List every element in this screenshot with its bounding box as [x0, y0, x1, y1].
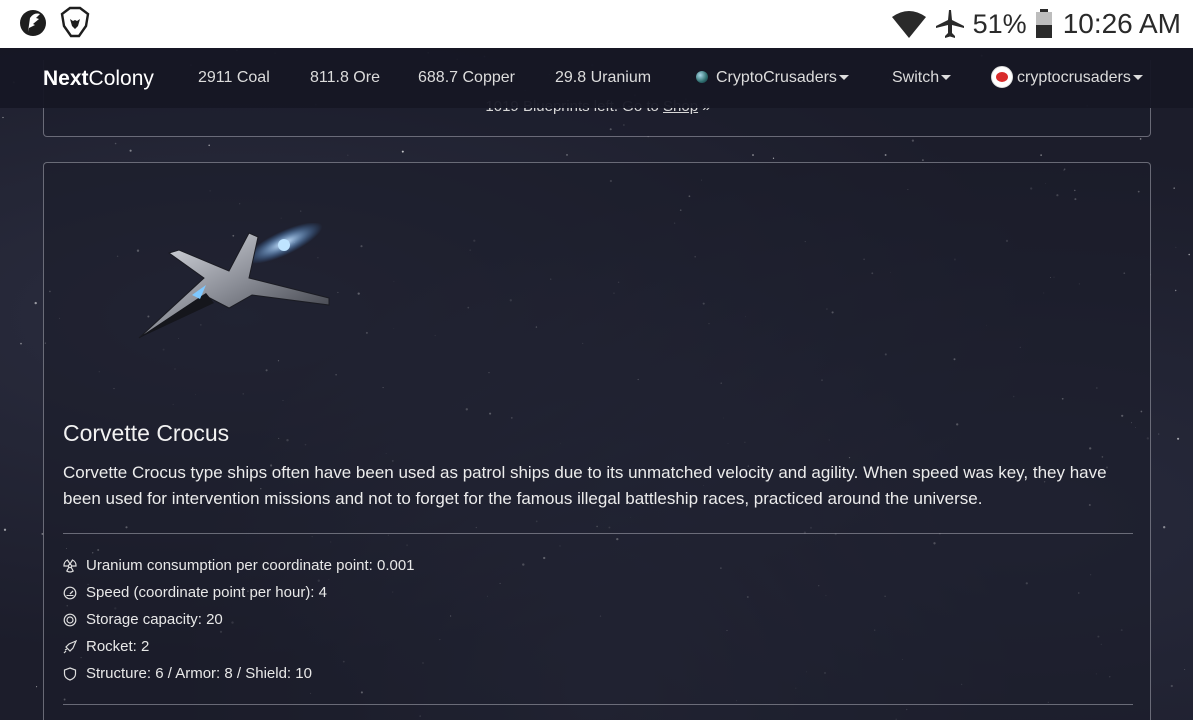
divider — [63, 704, 1133, 705]
ship-stats-list: Uranium consumption per coordinate point… — [63, 552, 415, 687]
star — [347, 154, 349, 156]
star — [1139, 138, 1142, 140]
stat-rocket: Rocket: 2 — [63, 633, 415, 660]
star — [911, 139, 915, 142]
star — [752, 154, 754, 156]
star — [1173, 187, 1175, 189]
star — [1163, 526, 1166, 529]
stat-text: Speed (coordinate point per hour): 4 — [86, 584, 327, 601]
storage-icon — [63, 613, 77, 626]
star — [1040, 154, 1042, 156]
star — [1177, 437, 1180, 440]
stat-speed: Speed (coordinate point per hour): 4 — [63, 579, 415, 606]
switch-dropdown[interactable]: Switch — [892, 69, 952, 87]
star — [2, 116, 4, 119]
star — [566, 154, 568, 156]
stat-text: Structure: 6 / Armor: 8 / Shield: 10 — [86, 665, 312, 682]
stat-storage: Storage capacity: 20 — [63, 606, 415, 633]
star — [3, 528, 7, 531]
star — [208, 144, 210, 147]
resource-coal[interactable]: 2911 Coal — [198, 69, 270, 87]
planet-dropdown[interactable]: CryptoCrusaders — [696, 69, 849, 87]
switch-label: Switch — [892, 69, 940, 86]
battery-percent: 51% — [972, 8, 1027, 39]
star — [1170, 684, 1173, 688]
brand-logo[interactable]: NextColony — [43, 67, 154, 91]
star — [1188, 253, 1190, 256]
star — [401, 150, 404, 153]
resource-copper[interactable]: 688.7 Copper — [418, 69, 515, 87]
star — [34, 301, 37, 305]
feather-app-icon — [20, 10, 46, 36]
brand-bold: Next — [43, 67, 89, 90]
ship-title: Corvette Crocus — [63, 420, 230, 446]
resource-uranium[interactable]: 29.8 Uranium — [555, 69, 651, 87]
chevron-down-icon — [1132, 75, 1143, 81]
stat-uranium-consumption: Uranium consumption per coordinate point… — [63, 552, 415, 579]
wifi-icon — [891, 11, 926, 38]
planet-icon — [696, 71, 708, 83]
star — [1158, 433, 1160, 435]
user-dropdown[interactable]: cryptocrusaders — [991, 66, 1143, 88]
brand-rest: Colony — [88, 67, 154, 90]
resource-ore[interactable]: 811.8 Ore — [310, 69, 380, 87]
chevron-down-icon — [941, 75, 952, 81]
star — [36, 686, 38, 688]
battery-icon — [1035, 9, 1052, 38]
ship-image — [138, 223, 330, 339]
stat-text: Uranium consumption per coordinate point… — [86, 557, 415, 574]
star — [921, 159, 924, 162]
clock: 10:26 AM — [1062, 8, 1181, 39]
star — [20, 342, 22, 345]
star — [884, 154, 887, 156]
top-navbar: NextColony 2911 Coal 811.8 Ore 688.7 Cop… — [0, 48, 1193, 108]
ship-description: Corvette Crocus type ships often have be… — [63, 463, 1107, 508]
status-bar: 51% 10:26 AM — [0, 0, 1193, 48]
user-name: cryptocrusaders — [1017, 69, 1131, 86]
shield-icon — [63, 666, 77, 681]
stat-defense: Structure: 6 / Armor: 8 / Shield: 10 — [63, 660, 415, 687]
star — [129, 149, 132, 152]
radiation-icon — [63, 558, 77, 573]
brave-lion-icon — [60, 6, 90, 38]
planet-name: CryptoCrusaders — [716, 69, 837, 86]
ship-card: Corvette Crocus Corvette Crocus type shi… — [43, 162, 1151, 720]
star — [114, 142, 117, 145]
stat-text: Rocket: 2 — [86, 638, 150, 655]
star — [1175, 246, 1177, 248]
star — [772, 157, 775, 159]
star — [1184, 669, 1186, 671]
rocket-icon — [63, 639, 77, 653]
divider — [63, 533, 1133, 534]
speedometer-icon — [63, 586, 77, 599]
stat-text: Storage capacity: 20 — [86, 611, 223, 628]
star — [1175, 289, 1177, 292]
avatar — [991, 66, 1013, 88]
chevron-down-icon — [838, 75, 849, 81]
airplane-icon — [935, 10, 964, 38]
